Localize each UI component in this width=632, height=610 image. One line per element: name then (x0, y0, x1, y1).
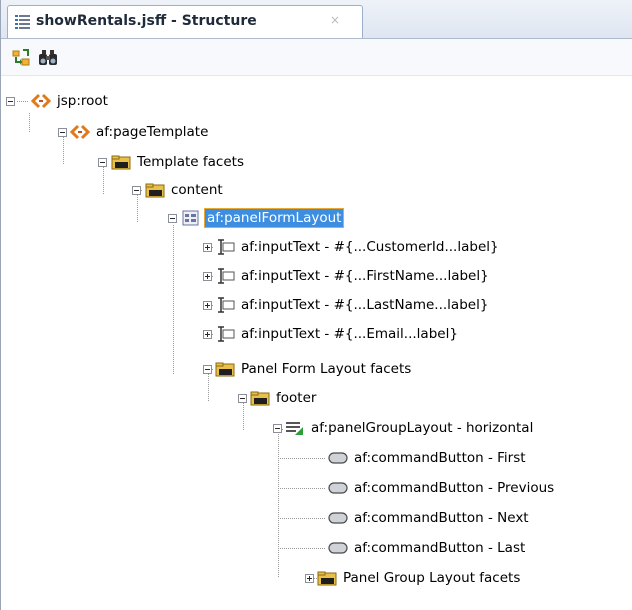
tab-structure[interactable]: showRentals.jsff - Structure × (7, 5, 363, 38)
tree-connector (137, 195, 138, 222)
tree-node-panel-form-layout-facets[interactable]: Panel Form Layout facets (215, 358, 413, 380)
collapse-toggle[interactable] (98, 158, 107, 167)
tree-node-input-text-email[interactable]: af:inputText - #{...Email...label} (215, 323, 460, 345)
tree-node-label: af:commandButton - Next (354, 510, 529, 526)
tree-connector (63, 137, 64, 164)
input-text-icon (215, 326, 235, 342)
tree-node-label: footer (276, 390, 317, 406)
tree-connector (208, 374, 209, 401)
folder-icon (250, 390, 270, 406)
tree-connector (278, 458, 326, 459)
tree-node-label: af:panelFormLayout (203, 208, 345, 228)
tree-connector (278, 518, 326, 519)
input-text-icon (215, 268, 235, 284)
tree-node-label: af:pageTemplate (96, 124, 209, 140)
structure-icon (14, 13, 31, 30)
expand-toggle[interactable] (305, 574, 314, 583)
synchronize-icon[interactable] (11, 48, 33, 68)
input-text-icon (215, 239, 235, 255)
xml-tag-icon (31, 93, 51, 109)
collapse-toggle[interactable] (238, 394, 247, 403)
tree-node-input-text-firstname[interactable]: af:inputText - #{...FirstName...label} (215, 265, 491, 287)
collapse-toggle[interactable] (132, 186, 141, 195)
tree-node-label: af:panelGroupLayout - horizontal (311, 420, 534, 436)
tree-node-command-button-last[interactable]: af:commandButton - Last (328, 537, 527, 559)
tree-node-panel-group-layout-facets[interactable]: Panel Group Layout facets (317, 567, 522, 589)
tree-node-template-facets[interactable]: Template facets (111, 151, 246, 173)
folder-icon (215, 361, 235, 377)
tree-node-label: Panel Group Layout facets (343, 570, 521, 586)
expand-toggle[interactable] (203, 330, 212, 339)
collapse-toggle[interactable] (58, 128, 67, 137)
tree-node-label: af:inputText - #{...LastName...label} (241, 297, 489, 313)
tree-node-label: jsp:root (57, 93, 108, 109)
panel-group-layout-icon (285, 420, 305, 436)
tree-connector (278, 548, 326, 549)
tree-node-label: Template facets (137, 154, 244, 170)
tree-node-input-text-lastname[interactable]: af:inputText - #{...LastName...label} (215, 294, 490, 316)
tree-node-jsp-root[interactable]: jsp:root (31, 90, 110, 112)
tree-node-label: af:commandButton - Last (354, 540, 526, 556)
folder-icon (317, 570, 337, 586)
structure-tree: jsp:root af:pageTemplate Template facets… (1, 80, 632, 610)
close-icon[interactable]: × (328, 13, 342, 27)
tree-node-command-button-next[interactable]: af:commandButton - Next (328, 507, 531, 529)
tree-node-label: Panel Form Layout facets (241, 361, 412, 377)
expand-toggle[interactable] (203, 243, 212, 252)
tree-connector (278, 434, 279, 578)
collapse-toggle[interactable] (6, 97, 15, 106)
tree-node-input-text-customerid[interactable]: af:inputText - #{...CustomerId...label} (215, 236, 501, 258)
tree-node-label: af:commandButton - First (354, 450, 526, 466)
tree-connector (173, 225, 174, 375)
tree-node-command-button-previous[interactable]: af:commandButton - Previous (328, 477, 556, 499)
tree-node-label: af:inputText - #{...FirstName...label} (241, 268, 489, 284)
tree-node-footer[interactable]: footer (250, 387, 318, 409)
tree-node-label: content (171, 182, 223, 198)
panel-form-layout-icon (181, 210, 201, 226)
collapse-toggle[interactable] (203, 365, 212, 374)
command-button-icon (328, 510, 348, 526)
toolbar (1, 39, 632, 76)
input-text-icon (215, 297, 235, 313)
structure-panel: showRentals.jsff - Structure × jsp:root … (0, 0, 632, 610)
tree-connector (278, 488, 326, 489)
command-button-icon (328, 450, 348, 466)
tree-connector (103, 167, 104, 194)
tree-connector (17, 101, 29, 102)
xml-tag-icon (70, 124, 90, 140)
tree-node-label: af:inputText - #{...CustomerId...label} (241, 239, 499, 255)
collapse-toggle[interactable] (168, 214, 177, 223)
expand-toggle[interactable] (203, 272, 212, 281)
tree-node-page-template[interactable]: af:pageTemplate (70, 121, 210, 143)
command-button-icon (328, 540, 348, 556)
find-binoculars-icon[interactable] (37, 48, 59, 68)
tab-bar: showRentals.jsff - Structure × (1, 0, 632, 39)
tree-connector (243, 403, 244, 430)
tab-title: showRentals.jsff - Structure (36, 13, 257, 29)
collapse-toggle[interactable] (273, 424, 282, 433)
tree-node-label: af:inputText - #{...Email...label} (241, 326, 458, 342)
tree-node-content[interactable]: content (145, 179, 225, 201)
expand-toggle[interactable] (203, 301, 212, 310)
tree-connector (29, 113, 30, 133)
folder-icon (145, 182, 165, 198)
folder-icon (111, 154, 131, 170)
tree-node-label: af:commandButton - Previous (354, 480, 555, 496)
tree-node-command-button-first[interactable]: af:commandButton - First (328, 447, 528, 469)
command-button-icon (328, 480, 348, 496)
tree-node-panel-group-layout[interactable]: af:panelGroupLayout - horizontal (285, 417, 535, 439)
tree-node-panel-form-layout[interactable]: af:panelFormLayout (181, 207, 345, 229)
